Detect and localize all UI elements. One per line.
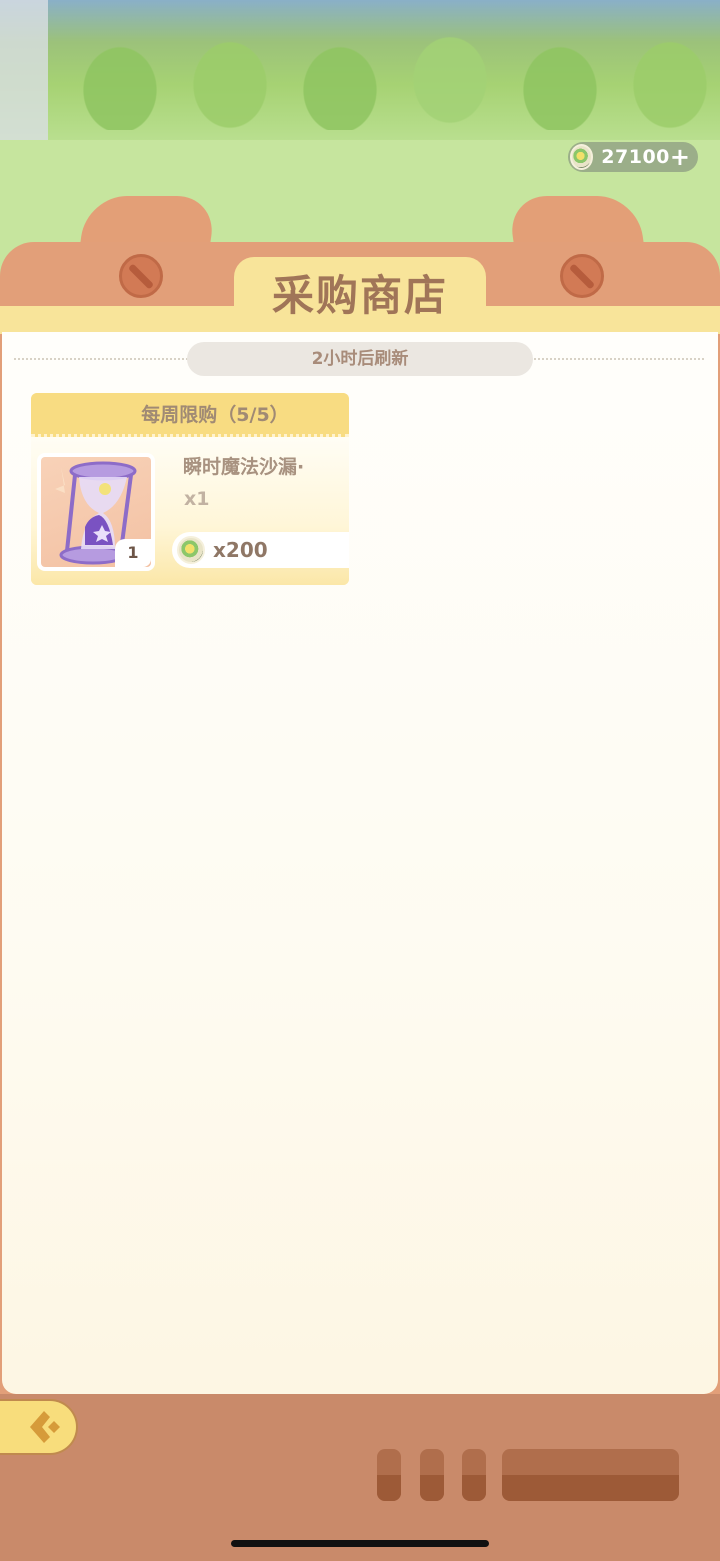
back-button[interactable] [0, 1399, 78, 1455]
home-indicator[interactable] [231, 1540, 489, 1547]
item-count: 1 [115, 539, 151, 567]
page-title: 采购商店 [271, 271, 448, 320]
bottom-slot-wide [502, 1449, 679, 1501]
purchase-limit-label: 每周限购（5/5） [31, 393, 349, 437]
bottom-slot [420, 1449, 444, 1501]
plus-icon[interactable]: + [670, 145, 690, 169]
screw-icon [560, 254, 604, 298]
divider [14, 358, 188, 360]
currency-amount: 27100 [601, 146, 670, 168]
back-arrow-icon [30, 1411, 60, 1443]
item-name: 瞬时魔法沙漏· [183, 456, 305, 478]
coin-icon [177, 536, 205, 564]
coin-icon [570, 144, 594, 170]
bottom-slot [462, 1449, 486, 1501]
item-frame[interactable]: 1 [37, 453, 155, 571]
screw-icon [119, 254, 163, 298]
refresh-timer: 2小时后刷新 [187, 342, 533, 376]
currency-display[interactable]: 27100 + [568, 142, 698, 172]
item-price: x200 [213, 538, 268, 562]
background-post [0, 0, 48, 140]
item-quantity: x1 [184, 488, 210, 510]
background-bushes [40, 20, 720, 130]
bottom-slot [377, 1449, 401, 1501]
divider [534, 358, 704, 360]
hourglass-icon: 1 [41, 457, 151, 567]
price-button[interactable]: x200 [172, 532, 349, 568]
